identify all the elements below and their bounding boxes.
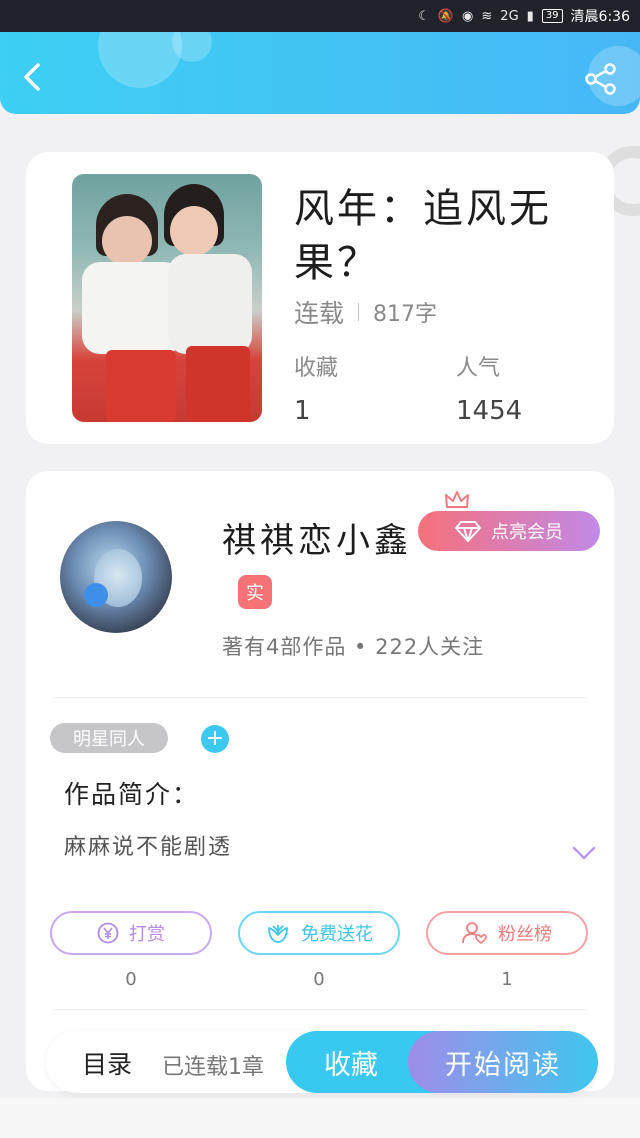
book-info-card: 风年：追风无果？ 连载 817字 收藏 人气 1 1454 bbox=[26, 152, 614, 444]
network-type: 2G bbox=[500, 8, 519, 24]
fan-count: 1 bbox=[501, 969, 513, 990]
cover-pants bbox=[106, 350, 176, 422]
divider bbox=[52, 697, 588, 698]
serial-status: 连载 bbox=[294, 299, 345, 328]
cover-face bbox=[170, 206, 218, 256]
flower-count: 0 bbox=[313, 969, 325, 990]
cover-pants bbox=[186, 346, 250, 422]
send-flower-button[interactable]: 免费送花 bbox=[238, 911, 400, 955]
page-bottom-area bbox=[0, 1098, 640, 1138]
book-title: 风年：追风无果？ bbox=[294, 186, 552, 286]
favorites-label: 收藏 bbox=[294, 356, 339, 381]
wifi-icon: ≋ bbox=[481, 8, 493, 24]
avatar-flower bbox=[84, 583, 108, 607]
popularity-value: 1454 bbox=[456, 396, 523, 426]
cover-shirt bbox=[82, 262, 182, 354]
cover-face bbox=[102, 216, 152, 266]
mute-icon: 🔕 bbox=[437, 8, 455, 24]
author-card: 祺祺恋小鑫 点亮会员 实 著有4部作品 • 222人关注 明星同人 + 作品简介… bbox=[26, 471, 614, 1091]
book-status-row: 连载 817字 bbox=[294, 294, 437, 330]
battery-indicator: 39 bbox=[541, 9, 563, 23]
clock: 清晨6:36 bbox=[570, 9, 630, 25]
start-reading-button[interactable]: 开始阅读 bbox=[408, 1031, 598, 1093]
reward-button[interactable]: 打赏 bbox=[50, 911, 212, 955]
reward-count: 0 bbox=[125, 969, 137, 990]
favorites-value: 1 bbox=[294, 396, 311, 426]
chevron-left-icon bbox=[24, 63, 40, 91]
fan-ranking-label: 粉丝榜 bbox=[498, 924, 552, 945]
send-flower-label: 免费送花 bbox=[301, 924, 373, 945]
signal-icon: ▮ bbox=[526, 8, 534, 24]
chapter-count: 已连载1章 bbox=[162, 1055, 264, 1080]
crown-icon bbox=[445, 491, 469, 508]
intro-text: 麻麻说不能剧透 bbox=[64, 835, 233, 860]
header-bar bbox=[0, 32, 640, 114]
toc-button[interactable]: 目录 bbox=[82, 1045, 132, 1081]
vip-button[interactable]: 点亮会员 bbox=[418, 511, 600, 551]
divider bbox=[52, 1009, 588, 1010]
author-meta: 著有4部作品 • 222人关注 bbox=[222, 635, 485, 659]
vip-button-label: 点亮会员 bbox=[491, 522, 563, 543]
eye-icon: ◉ bbox=[462, 8, 474, 24]
fan-ranking-button[interactable]: 粉丝榜 bbox=[426, 911, 588, 955]
user-heart-icon bbox=[462, 922, 487, 945]
intro-title: 作品简介： bbox=[64, 780, 200, 809]
diamond-icon bbox=[455, 521, 481, 542]
share-button[interactable] bbox=[584, 62, 618, 96]
verified-badge: 实 bbox=[238, 575, 272, 609]
yen-coin-icon bbox=[97, 922, 119, 944]
flower-icon bbox=[268, 925, 288, 943]
bottom-action-bar: 目录 已连载1章 收藏 开始阅读 bbox=[46, 1031, 598, 1093]
tag-chip[interactable]: 明星同人 bbox=[50, 723, 168, 753]
decor-bubble bbox=[98, 32, 182, 88]
avatar[interactable] bbox=[60, 521, 172, 633]
cover-shirt bbox=[168, 254, 252, 354]
back-button[interactable] bbox=[18, 62, 48, 92]
word-count: 817字 bbox=[373, 302, 438, 327]
book-cover[interactable] bbox=[72, 174, 262, 422]
reward-label: 打赏 bbox=[129, 924, 165, 945]
moon-icon: ☾ bbox=[418, 8, 430, 24]
add-tag-button[interactable]: + bbox=[201, 725, 229, 753]
author-name[interactable]: 祺祺恋小鑫 bbox=[222, 513, 412, 562]
chevron-down-icon[interactable] bbox=[572, 845, 596, 861]
status-bar: ☾ 🔕 ◉ ≋ 2G ▮ 39 清晨6:36 bbox=[0, 0, 640, 32]
share-icon bbox=[585, 63, 616, 95]
divider bbox=[358, 303, 360, 321]
popularity-label: 人气 bbox=[456, 356, 501, 381]
